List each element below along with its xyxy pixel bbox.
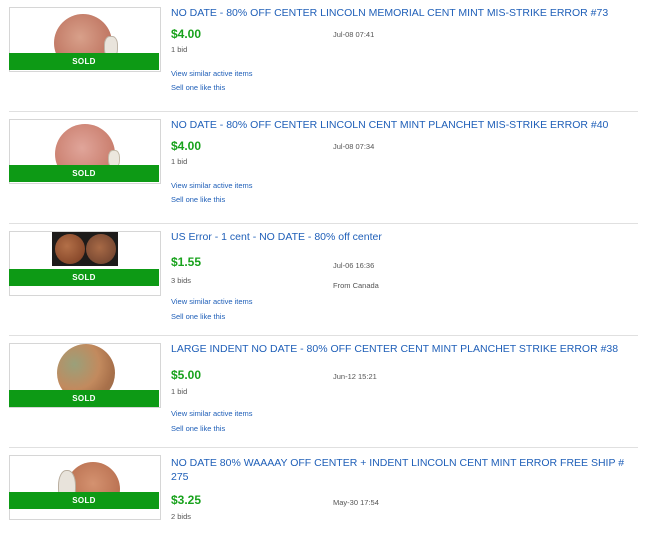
- listing-price: $3.25: [171, 493, 202, 507]
- coin-edge-image: [104, 36, 118, 54]
- listing-item: SOLD NO DATE 80% WAAAAY OFF CENTER + IND…: [0, 448, 638, 535]
- listing-price: $5.00: [171, 368, 202, 382]
- end-date: May-30 17:54: [333, 498, 379, 507]
- coin-obverse-image: [55, 234, 85, 264]
- listing-item: SOLD US Error - 1 cent - NO DATE - 80% o…: [0, 224, 638, 336]
- coin-edge-image: [108, 150, 120, 166]
- sold-badge: SOLD: [9, 269, 159, 286]
- coin-image: [55, 124, 115, 166]
- listing-price: $4.00: [171, 27, 202, 41]
- sold-badge: SOLD: [9, 390, 159, 407]
- bid-count: 1 bid: [171, 157, 188, 166]
- view-similar-link[interactable]: View similar active items: [171, 181, 253, 190]
- sold-badge: SOLD: [9, 492, 159, 509]
- end-date: Jun-12 15:21: [333, 372, 377, 381]
- end-date: Jul-06 16:36: [333, 261, 375, 270]
- view-similar-link[interactable]: View similar active items: [171, 69, 253, 78]
- sell-one-link[interactable]: Sell one like this: [171, 312, 225, 321]
- sold-badge: SOLD: [9, 165, 159, 182]
- listing-title-link[interactable]: NO DATE - 80% OFF CENTER LINCOLN MEMORIA…: [171, 6, 626, 20]
- listing-title-link[interactable]: NO DATE - 80% OFF CENTER LINCOLN CENT MI…: [171, 118, 626, 132]
- listing-item: SOLD NO DATE - 80% OFF CENTER LINCOLN ME…: [0, 0, 638, 112]
- listing-title-link[interactable]: NO DATE 80% WAAAAY OFF CENTER + INDENT L…: [171, 456, 626, 484]
- sell-one-link[interactable]: Sell one like this: [171, 195, 225, 204]
- coin-image: [57, 344, 115, 390]
- end-date: Jul-08 07:41: [333, 30, 375, 39]
- ships-from-location: From Canada: [333, 281, 379, 290]
- view-similar-link[interactable]: View similar active items: [171, 297, 253, 306]
- coin-reverse-image: [86, 234, 116, 264]
- end-date: Jul-08 07:34: [333, 142, 375, 151]
- listing-price: $4.00: [171, 139, 202, 153]
- listing-item: SOLD LARGE INDENT NO DATE - 80% OFF CENT…: [0, 336, 638, 448]
- listing-title-link[interactable]: US Error - 1 cent - NO DATE - 80% off ce…: [171, 230, 626, 244]
- bid-count: 1 bid: [171, 387, 188, 396]
- bid-count: 1 bid: [171, 45, 188, 54]
- listing-price: $1.55: [171, 255, 202, 269]
- sell-one-link[interactable]: Sell one like this: [171, 424, 225, 433]
- view-similar-link[interactable]: View similar active items: [171, 409, 253, 418]
- listing-item: SOLD NO DATE - 80% OFF CENTER LINCOLN CE…: [0, 112, 638, 224]
- listing-title-link[interactable]: LARGE INDENT NO DATE - 80% OFF CENTER CE…: [171, 342, 626, 356]
- bid-count: 3 bids: [171, 276, 192, 285]
- sold-badge: SOLD: [9, 53, 159, 70]
- item-thumbnail[interactable]: [9, 455, 161, 520]
- item-thumbnail[interactable]: [9, 231, 161, 296]
- sell-one-link[interactable]: Sell one like this: [171, 83, 225, 92]
- bid-count: 2 bids: [171, 512, 192, 521]
